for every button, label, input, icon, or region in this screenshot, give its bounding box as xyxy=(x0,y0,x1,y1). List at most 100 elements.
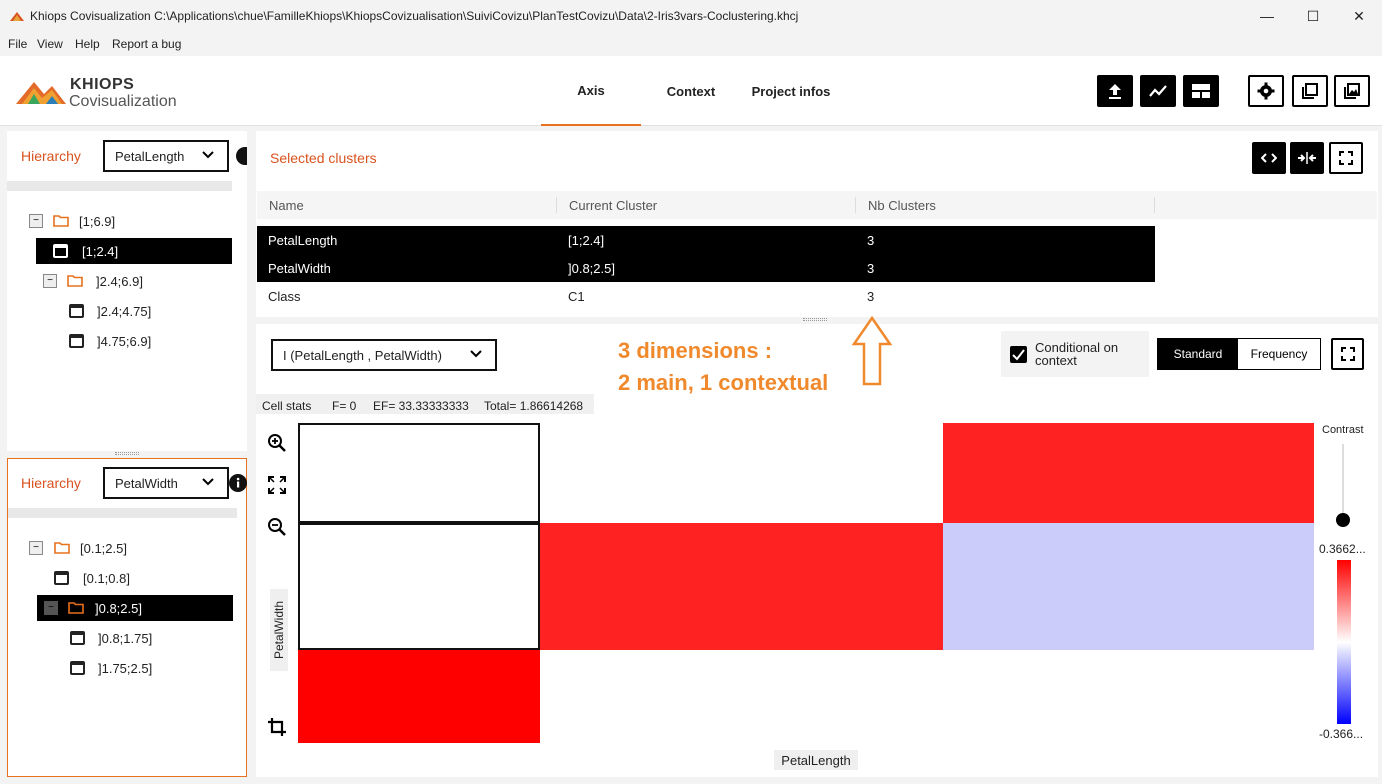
zoom-out-icon[interactable] xyxy=(267,517,287,537)
chevron-down-icon xyxy=(202,478,214,486)
coclustering-matrix[interactable] xyxy=(298,423,1314,743)
matrix-cell[interactable] xyxy=(943,423,1314,523)
contrast-label: Contrast xyxy=(1322,424,1364,436)
contrast-slider-handle[interactable] xyxy=(1336,513,1350,527)
matrix-cell[interactable] xyxy=(298,423,540,523)
zoom-in-icon[interactable] xyxy=(267,433,287,453)
trend-button[interactable] xyxy=(1140,75,1176,107)
matrix-mode-select[interactable]: I (PetalLength , PetalWidth) xyxy=(271,339,497,371)
minimize-button[interactable]: — xyxy=(1244,0,1290,32)
close-button[interactable]: ✕ xyxy=(1336,0,1382,32)
toggle-standard[interactable]: Standard xyxy=(1158,339,1238,369)
leaf-icon xyxy=(70,631,85,645)
collapse-columns-button[interactable] xyxy=(1290,142,1324,174)
copy-icon xyxy=(1302,83,1318,99)
table-row[interactable]: PetalLength [1;2.4] 3 xyxy=(257,226,1155,254)
hierarchy-panel-petalwidth: Hierarchy PetalWidth − [0.1;2.5] [0.1;0.… xyxy=(7,458,247,777)
selected-clusters-panel: Selected clusters Name Current Cluster N… xyxy=(256,131,1378,317)
tab-project-infos[interactable]: Project infos xyxy=(741,56,841,126)
leaf-icon xyxy=(69,304,84,318)
x-axis-label: PetalLength xyxy=(774,750,858,770)
collapse-icon[interactable]: − xyxy=(43,274,57,288)
splitter-handle[interactable] xyxy=(803,318,827,321)
tab-axis[interactable]: Axis xyxy=(541,56,641,126)
info-icon[interactable] xyxy=(229,474,247,492)
hierarchy-label: Hierarchy xyxy=(21,148,81,164)
folder-icon xyxy=(68,602,84,614)
conditional-label: Conditional on context xyxy=(1035,340,1119,368)
image-icon xyxy=(1344,83,1360,99)
dimension-select[interactable]: PetalLength xyxy=(103,140,229,172)
legend-min: -0.366... xyxy=(1319,727,1364,741)
matrix-cell[interactable] xyxy=(298,523,540,650)
matrix-cell[interactable] xyxy=(943,650,1314,743)
cell-stats-bar: Cell stats F= 0 EF= 33.33333333 Total= 1… xyxy=(256,394,594,414)
table-row[interactable]: PetalWidth ]0.8;2.5] 3 xyxy=(257,254,1155,282)
matrix-cell[interactable] xyxy=(540,523,943,650)
tree-node-selected[interactable]: [1;2.4] xyxy=(36,238,232,264)
table-header: Name Current Cluster Nb Clusters xyxy=(257,191,1377,219)
copy-image-button[interactable] xyxy=(1334,75,1370,107)
tree-node[interactable]: − ]2.4;6.9] xyxy=(43,268,233,294)
khiops-logo-icon xyxy=(16,82,66,104)
up-arrow-icon xyxy=(852,316,892,386)
menu-report-bug[interactable]: Report a bug xyxy=(112,37,181,51)
maximize-button[interactable]: ☐ xyxy=(1290,0,1336,32)
table-row[interactable]: Class C1 3 xyxy=(257,282,1155,310)
conditional-checkbox-container[interactable]: Conditional on context xyxy=(1001,331,1149,377)
tree-node[interactable]: − [0.1;2.5] xyxy=(28,535,228,561)
fit-screen-icon[interactable] xyxy=(267,475,287,495)
layout-icon xyxy=(1192,84,1210,98)
matrix-fullscreen-button[interactable] xyxy=(1331,338,1364,370)
expand-columns-button[interactable] xyxy=(1252,142,1286,174)
tree-node[interactable]: ]1.75;2.5] xyxy=(68,655,228,681)
tree-node[interactable]: [0.1;0.8] xyxy=(37,565,227,591)
fullscreen-button[interactable] xyxy=(1329,142,1363,174)
matrix-panel: I (PetalLength , PetalWidth) 3 dimension… xyxy=(256,316,1378,777)
chevron-down-icon xyxy=(202,151,214,159)
dimension-select[interactable]: PetalWidth xyxy=(103,467,229,499)
fullscreen-icon xyxy=(1340,347,1355,361)
copy-datas-button[interactable] xyxy=(1292,75,1328,107)
toggle-frequency[interactable]: Frequency xyxy=(1238,339,1320,369)
collapse-icon[interactable]: − xyxy=(29,214,43,228)
title-bar: Khiops Covisualization C:\Applications\c… xyxy=(0,0,1382,32)
chevron-down-icon xyxy=(470,350,482,358)
menu-file[interactable]: File xyxy=(8,37,27,51)
brand-title: KHIOPS xyxy=(70,76,135,93)
checkbox[interactable] xyxy=(1010,346,1027,363)
menu-help[interactable]: Help xyxy=(75,37,100,51)
splitter-handle[interactable] xyxy=(115,452,139,455)
annotation-line1: 3 dimensions : xyxy=(618,338,773,363)
matrix-cell[interactable] xyxy=(540,423,943,523)
contrast-slider-track[interactable] xyxy=(1342,444,1344,522)
tree-node[interactable]: − [1;6.9] xyxy=(27,208,237,234)
col-name: Name xyxy=(269,198,304,213)
matrix-cell[interactable] xyxy=(943,523,1314,650)
matrix-cell[interactable] xyxy=(540,650,943,743)
col-current-cluster: Current Cluster xyxy=(569,198,658,213)
trend-icon xyxy=(1149,85,1167,97)
collapse-icon[interactable]: − xyxy=(44,601,58,615)
crop-icon[interactable] xyxy=(267,717,287,737)
tree-node[interactable]: ]4.75;6.9] xyxy=(67,328,227,354)
matrix-cell[interactable] xyxy=(298,650,540,743)
leaf-icon xyxy=(54,571,69,585)
upload-button[interactable] xyxy=(1097,75,1133,107)
tree-node-selected[interactable]: − ]0.8;2.5] xyxy=(37,595,233,621)
layout-button[interactable] xyxy=(1183,75,1219,107)
upload-icon xyxy=(1109,84,1121,99)
tree-node[interactable]: ]2.4;4.75] xyxy=(67,298,227,324)
code-icon xyxy=(1261,153,1277,163)
tree-node[interactable]: ]0.8;1.75] xyxy=(68,625,228,651)
info-icon[interactable] xyxy=(236,147,247,165)
fullscreen-icon xyxy=(1339,151,1353,165)
folder-icon xyxy=(67,275,83,287)
menu-view[interactable]: View xyxy=(37,37,63,51)
collapse-icon[interactable]: − xyxy=(29,541,43,555)
settings-button[interactable] xyxy=(1248,75,1284,107)
col-nb-clusters: Nb Clusters xyxy=(868,198,936,213)
legend-max: 0.3662... xyxy=(1319,542,1366,556)
brand-subtitle: Covisualization xyxy=(69,93,177,110)
tab-context[interactable]: Context xyxy=(651,56,731,126)
